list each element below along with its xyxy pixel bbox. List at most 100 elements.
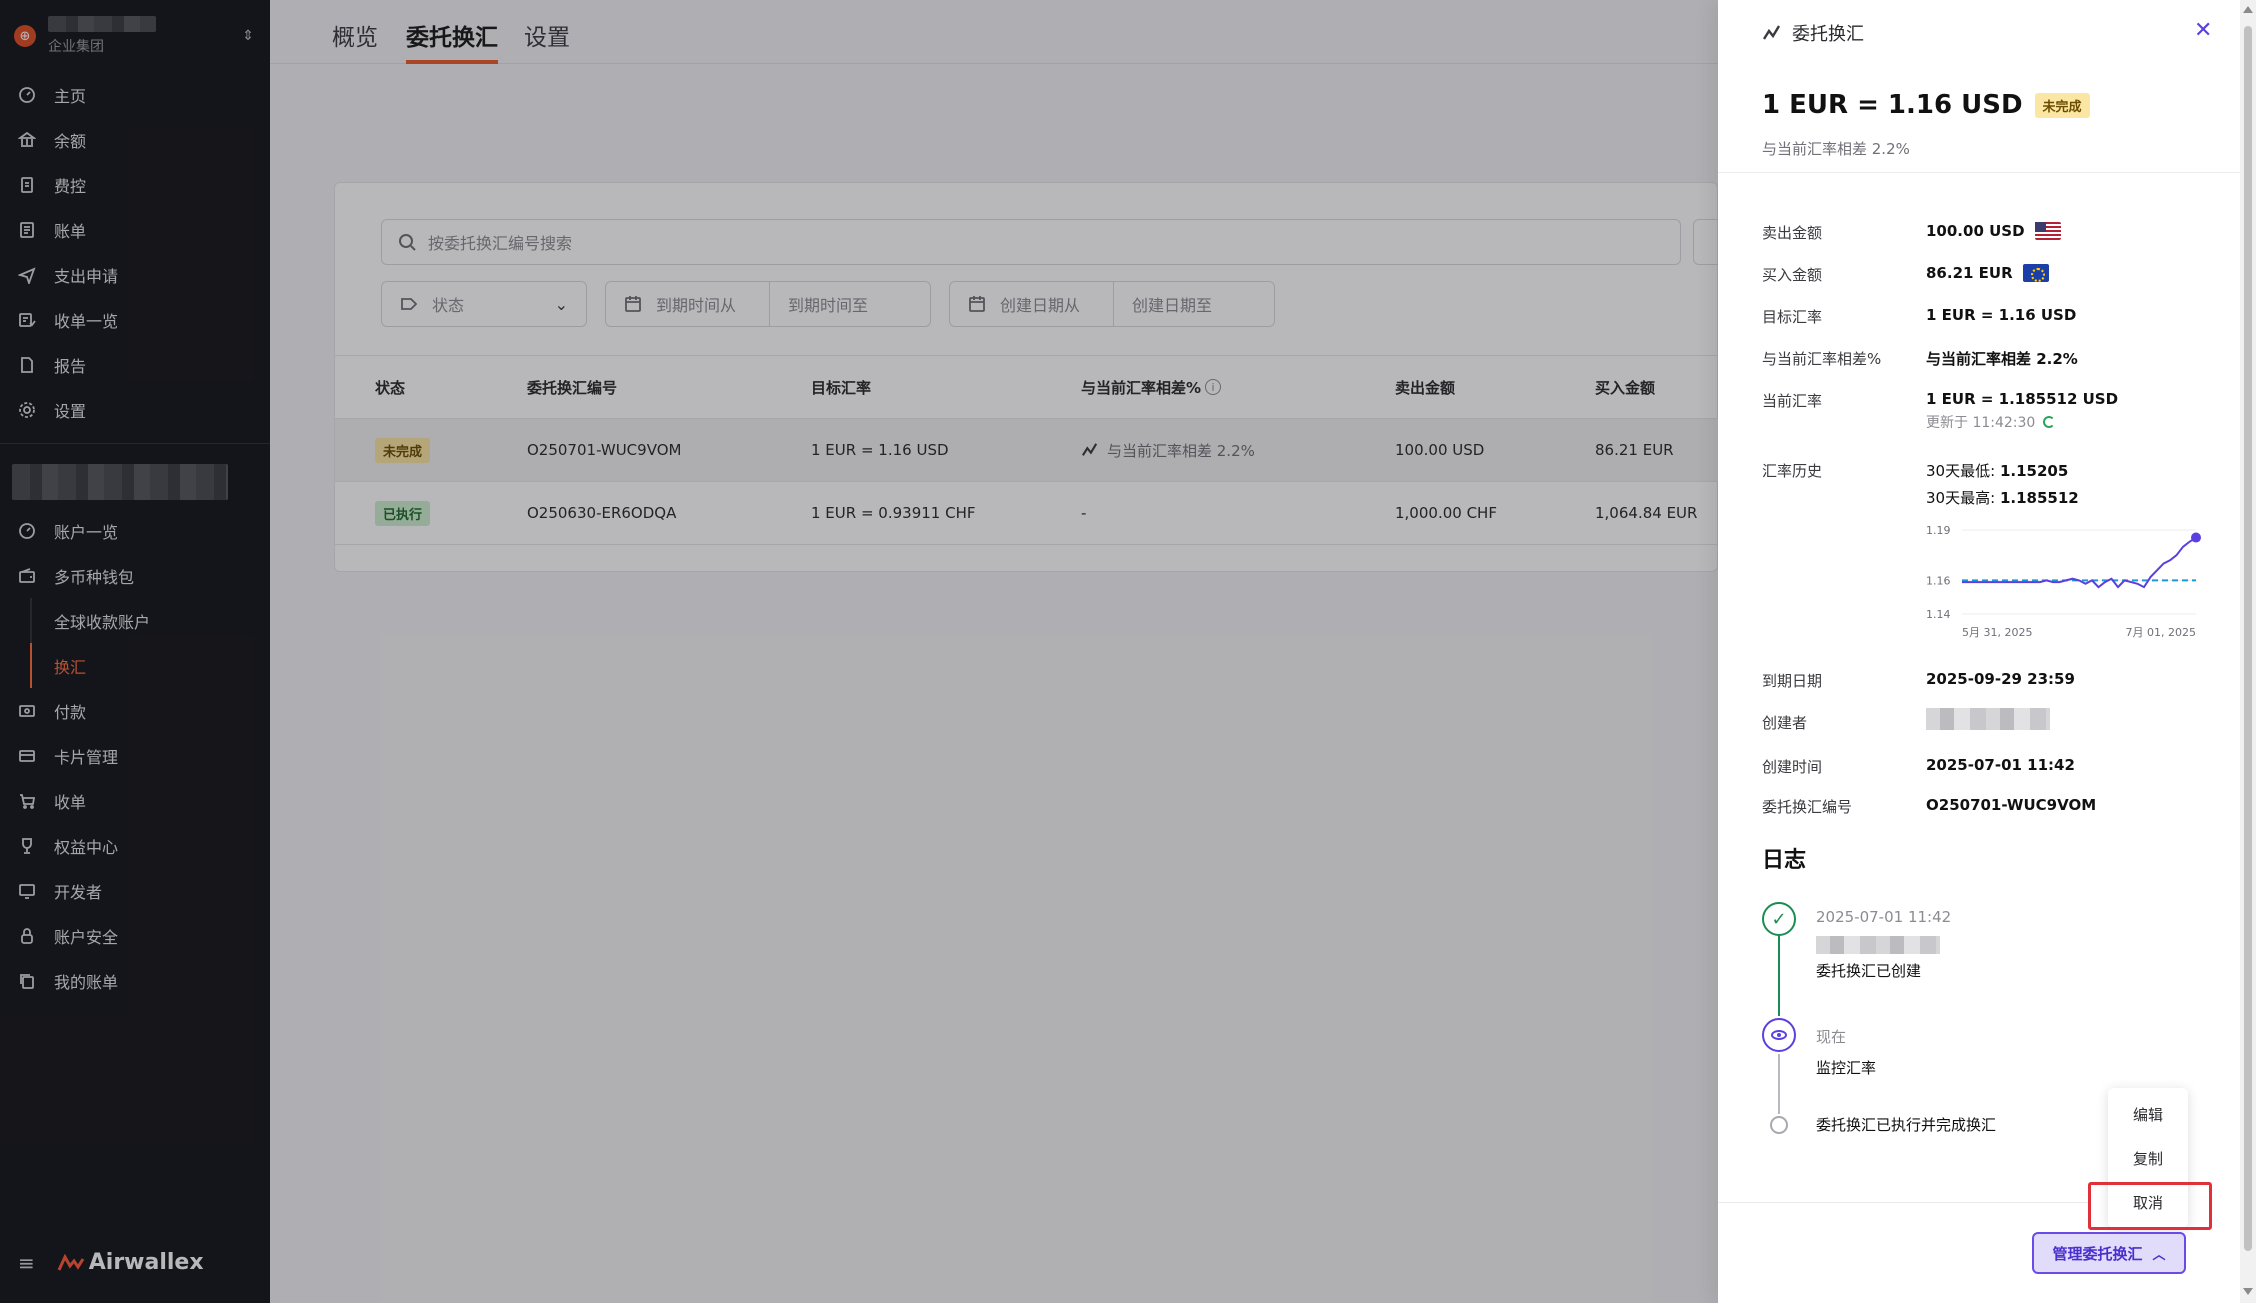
org-info: 企业集团 [48,16,242,56]
us-flag-icon [2034,222,2061,240]
table-row[interactable]: 已执行 O250630-ER6ODQA 1 EUR = 0.93911 CHF … [335,482,1719,545]
filter-label: 到期时间从 [656,296,737,315]
nav-spend-request[interactable]: 支出申请 [0,252,270,297]
table-row[interactable]: 未完成 O250701-WUC9VOM 1 EUR = 1.16 USD 与当前… [335,419,1719,482]
log-text: 委托换汇已执行并完成换汇 [1816,1116,1997,1134]
scrollbar[interactable] [2240,0,2256,1303]
nav-expense[interactable]: 费控 [0,162,270,207]
sell-amount: 1,000.00 CHF [1395,504,1497,522]
tab-overview[interactable]: 概览 [332,18,378,64]
field-label: 当前汇率 [1762,392,1823,410]
status-badge: 未完成 [2034,92,2090,118]
expiry-to[interactable]: 到期时间至 [768,282,930,326]
col-diff: 与当前汇率相差% i [1081,356,1222,418]
order-id: O250701-WUC9VOM [527,441,682,459]
creator-redacted [1926,708,2050,730]
nav-developer[interactable]: 开发者 [0,868,270,913]
manage-button-label: 管理委托换汇 [2052,1244,2143,1263]
status-badge: 已执行 [375,500,431,526]
col-buy: 买入金额 [1595,378,1656,397]
gear-icon [18,401,36,419]
low-label: 30天最低: [1926,462,1996,480]
menu-copy[interactable]: 复制 [2108,1136,2188,1180]
nav-label: 报告 [54,356,87,376]
trend-icon [1762,25,1781,40]
search-input[interactable]: 按委托换汇编号搜索 [381,219,1681,265]
tab-bar: 概览 委托换汇 设置 [270,0,1718,64]
filter-label: 到期时间至 [787,296,868,315]
created-range-filter[interactable]: 创建日期从 创建日期至 [949,281,1275,327]
trend-icon [1081,443,1098,456]
tab-settings[interactable]: 设置 [524,18,570,64]
rate-diff: - [1081,504,1087,522]
y-tick-label: 1.16 [1926,574,1951,587]
nav-label: 余额 [54,131,87,151]
status-filter[interactable]: 状态 ⌄ [381,281,587,327]
eye-icon [1762,1018,1796,1052]
close-icon[interactable]: ✕ [2194,18,2212,43]
field-value: 1 EUR = 1.185512 USD 更新于 11:42:30 [1926,390,2226,432]
org-switcher[interactable]: ⊕ 企业集团 ⇕ [14,14,254,58]
field-label: 到期日期 [1762,672,1823,690]
created-from[interactable]: 创建日期从 [950,282,1113,326]
manage-menu: 编辑 复制 取消 [2108,1088,2188,1228]
chevron-updown-icon: ⇕ [242,28,254,44]
y-tick-label: 1.14 [1926,608,1951,621]
nav-security[interactable]: 账户安全 [0,913,270,958]
created-to[interactable]: 创建日期至 [1112,282,1274,326]
nav-rewards[interactable]: 权益中心 [0,823,270,868]
filter-label: 创建日期至 [1131,296,1212,315]
nav-accounts[interactable]: 账户一览 [0,508,270,553]
eu-flag-icon [2022,264,2049,282]
nav-fx[interactable]: 换汇 [0,643,270,688]
nav-label: 全球收款账户 [54,612,151,632]
nav-home[interactable]: 主页 [0,72,270,117]
col-status: 状态 [375,378,406,397]
high-value: 1.185512 [1999,489,2079,507]
filter-label: 创建日期从 [1000,296,1081,315]
nav-label: 我的账单 [54,972,119,992]
menu-edit[interactable]: 编辑 [2108,1092,2188,1136]
log-text: 监控汇率 [1816,1059,1877,1077]
manage-order-button[interactable]: 管理委托换汇 ︿ [2032,1232,2186,1274]
col-diff-label: 与当前汇率相差% [1081,378,1202,397]
nav-settings[interactable]: 设置 [0,387,270,432]
info-icon[interactable]: i [1205,379,1222,395]
check-icon: ✓ [1762,902,1796,936]
y-tick-label: 1.19 [1926,524,1951,537]
scroll-up-icon[interactable] [2243,6,2253,13]
nav-acquiring[interactable]: 收单 [0,778,270,823]
sidebar-divider [0,443,270,444]
chevron-up-icon: ︿ [2152,1247,2166,1263]
field-label: 目标汇率 [1762,308,1823,326]
nav-balance[interactable]: 余额 [0,117,270,162]
nav-cards[interactable]: 卡片管理 [0,733,270,778]
nav-collections[interactable]: 收单一览 [0,297,270,342]
bank-icon [18,131,36,149]
document-icon [18,356,36,374]
menu-icon[interactable]: ≡ [18,1251,35,1275]
drawer-header: 委托换汇 [1762,20,1864,46]
high-rate: 30天最高: 1.185512 [1926,487,2079,508]
refresh-icon[interactable] [2043,416,2056,428]
orders-card: 按委托换汇编号搜索 状态 ⌄ 到期时间从 到期时间至 创建日期从 创建日期至 状… [334,182,1733,572]
nav-reports[interactable]: 报告 [0,342,270,387]
account-name-redacted [12,464,228,500]
nav-label: 账单 [54,221,87,241]
nav-bills[interactable]: 账单 [0,207,270,252]
expiry-range-filter[interactable]: 到期时间从 到期时间至 [605,281,931,327]
nav-wallet[interactable]: 多币种钱包 [0,553,270,598]
tab-conditional-fx[interactable]: 委托换汇 [406,18,498,64]
nav-global-accounts[interactable]: 全球收款账户 [0,598,270,643]
menu-cancel[interactable]: 取消 [2108,1180,2188,1224]
scroll-thumb[interactable] [2244,26,2252,1251]
nav-my-bills[interactable]: 我的账单 [0,958,270,1003]
rate-diff-text: 与当前汇率相差 2.2% [1107,441,1255,460]
nav-payments[interactable]: 付款 [0,688,270,733]
status-filter-inner: 状态 ⌄ [382,282,586,326]
buy-amount: 86.21 EUR [1595,441,1674,459]
sub-line [30,598,32,643]
search-placeholder: 按委托换汇编号搜索 [428,234,573,253]
expiry-from[interactable]: 到期时间从 [606,282,769,326]
scroll-down-icon[interactable] [2243,1288,2253,1295]
